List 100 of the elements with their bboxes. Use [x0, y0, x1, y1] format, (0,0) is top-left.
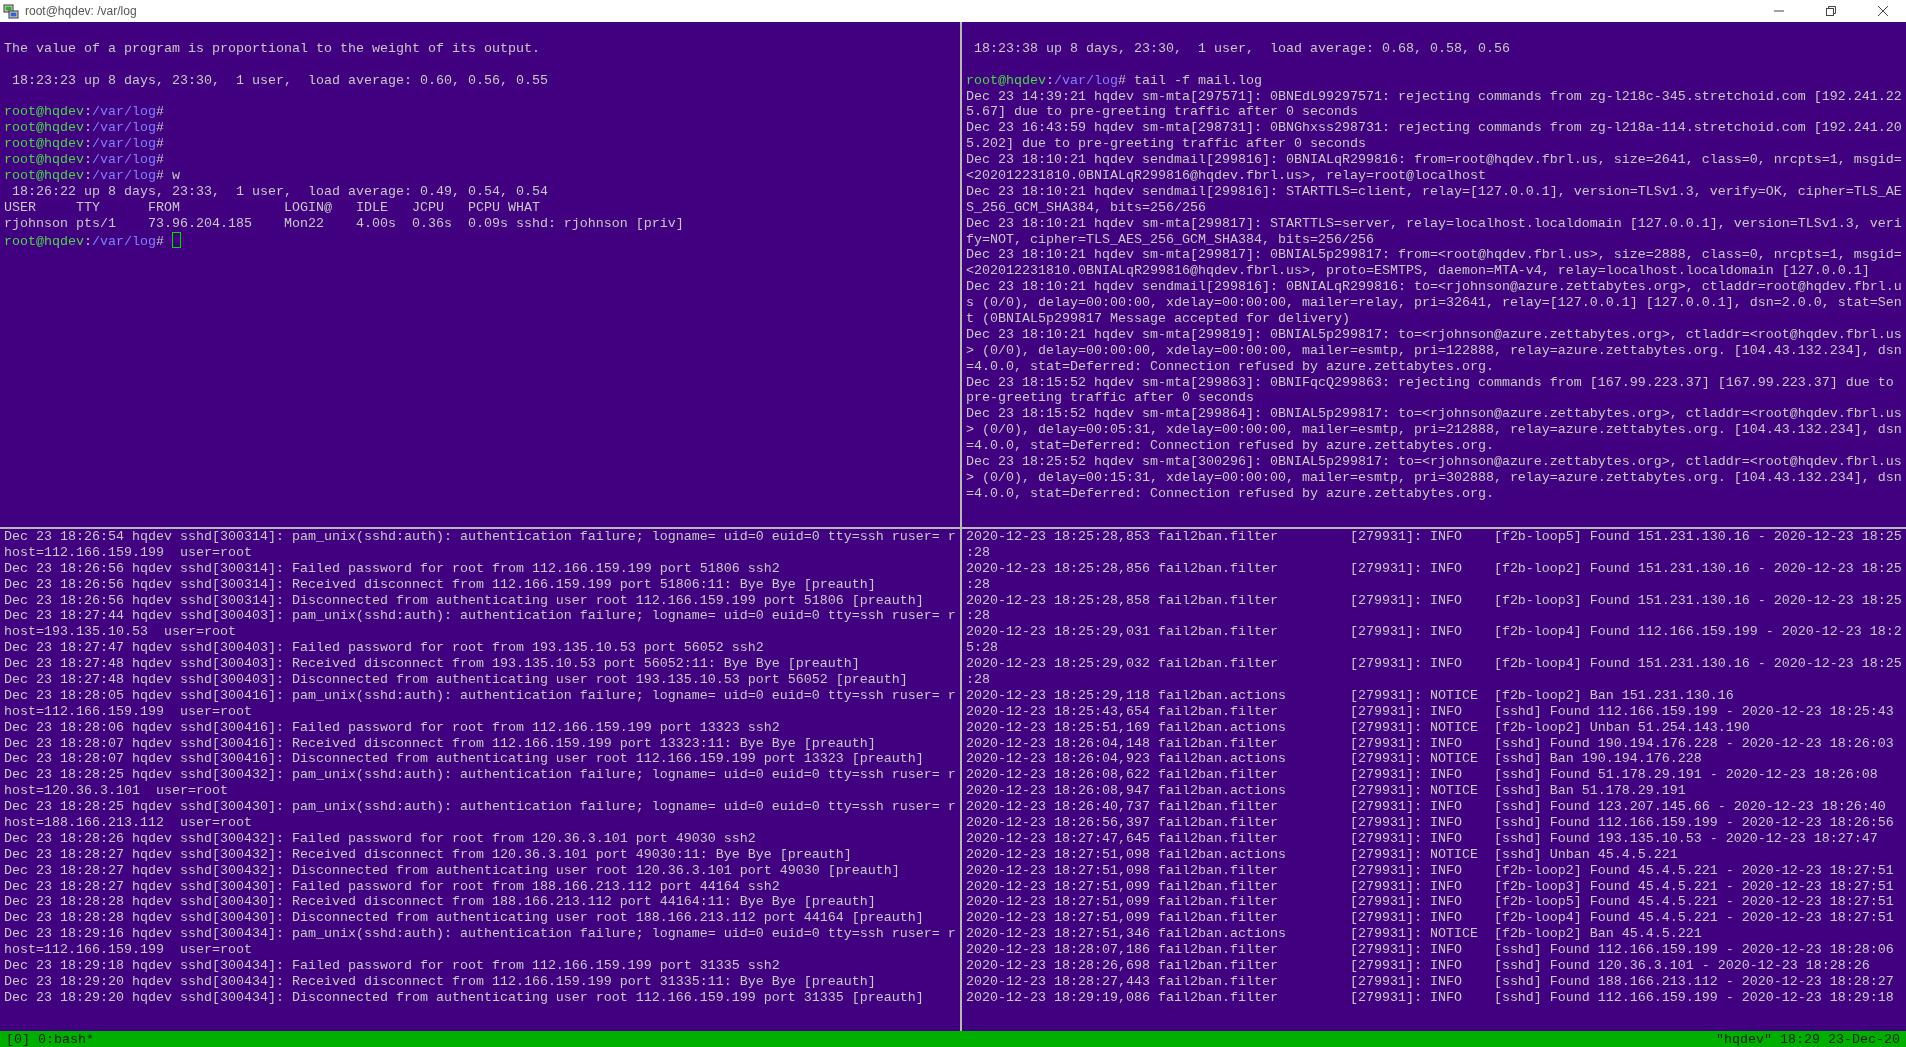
terminal-line: S_256_GCM_SHA384, bits=256/256	[966, 199, 1207, 216]
terminal-line: 2020-12-23 18:25:29,032 fail2ban.filter [279931]: INFO [f2b-loop4] Found 151.231.130.16 - 2020-12-23 18:25	[966, 656, 1903, 672]
prompt-separator: :	[1046, 72, 1054, 88]
prompt-path: /var/log	[92, 233, 156, 249]
terminal-line: 2020-12-23 18:29:19,086 fail2ban.filter [279931]: INFO [sshd] Found 112.166.159.199 - 2020-12-23 18:29:18	[966, 989, 1895, 1006]
terminal-line: 2020-12-23 18:27:51,098 fail2ban.filter [279931]: INFO [f2b-loop2] Found 45.4.5.221 - 2020-12-23 18:27:51	[966, 862, 1895, 879]
terminal-line: =4.0.0, stat=Deferred: Connection refused by azure.zettabytes.org.	[966, 485, 1495, 502]
computer-icon	[3, 3, 19, 19]
prompt-separator: :	[84, 233, 92, 249]
terminal-line: Dec 23 18:26:56 hqdev sshd[300314]: Received disconnect from 112.166.159.199 port 51806:11: Bye Bye [preauth]	[4, 576, 877, 593]
terminal-line: Dec 23 18:28:28 hqdev sshd[300430]: Received disconnect from 188.166.213.112 port 44164:11: Bye Bye [preauth]	[4, 894, 877, 911]
terminal-line: fy=NOT, cipher=TLS_AES_256_GCM_SHA384, bits=256/256	[966, 231, 1375, 248]
terminal-line: Dec 23 18:15:52 hqdev sm-mta[299864]: 0BNIAL5p299817: to=<rjohnson@azure.zettabytes.org>, ctladdr=<root@hqdev.fbrl.us	[966, 406, 1903, 423]
terminal-line: rjohnson pts/1 73.96.204.185 Mon22 4.00s 0.36s 0.09s sshd: rjohnson [priv]	[4, 215, 685, 232]
terminal-line: Dec 23 18:28:07 hqdev sshd[300416]: Disconnected from authenticating user root 112.166.159.199 port 13323 [preauth]	[4, 751, 925, 768]
terminal-line: 2020-12-23 18:25:43,654 fail2ban.filter [279931]: INFO [sshd] Found 112.166.159.199 - 2020-12-23 18:25:43	[966, 703, 1895, 720]
terminal-line: host=112.166.159.199 user=root	[4, 942, 253, 959]
prompt-user: root@hqdev	[4, 136, 84, 152]
prompt-symbol: #	[156, 168, 164, 183]
terminal-line: Dec 23 18:26:54 hqdev sshd[300314]: pam_unix(sshd:auth): authentication failure; logname= uid=0 euid=0 tty=ssh ruser= r	[4, 529, 957, 545]
terminal-line: :28	[966, 608, 991, 625]
terminal-line: Dec 23 18:10:21 hqdev sm-mta[299817]: STARTTLS=server, relay=localhost.localdomain [127.0.0.1], version=TLSv1.3, veri	[966, 215, 1903, 232]
prompt-symbol: #	[1118, 72, 1126, 88]
terminal-line: Dec 23 18:10:21 hqdev sendmail[299816]: 0BNIALqR299816: from=root@hqdev.fbrl.us, size=2641, class=0, nrcpts=1, msgid=	[966, 152, 1903, 168]
prompt-separator: :	[84, 168, 92, 183]
terminal-line: Dec 23 18:28:27 hqdev sshd[300432]: Received disconnect from 120.36.3.101 port 49030:11: Bye Bye [preauth]	[4, 846, 853, 863]
terminal-line: 2020-12-23 18:28:26,698 fail2ban.filter [279931]: INFO [sshd] Found 120.36.3.101 - 2020-12-23 18:28:26	[966, 958, 1871, 974]
terminal-line: host=112.166.159.199 user=root	[4, 703, 253, 720]
window-list: [0] 0:bash*	[6, 1031, 94, 1047]
terminal-line: > (0/0), delay=00:05:31, xdelay=00:00:00, mailer=esmtp, pri=212888, relay=azure.zettabytes.org. [104.43.132.234], dsn	[966, 422, 1903, 439]
prompt-separator: :	[84, 152, 92, 168]
terminal-line: Dec 23 18:28:27 hqdev sshd[300430]: Failed password for root from 188.166.213.112 port 44164 ssh2	[4, 878, 781, 895]
terminal-line: 2020-12-23 18:26:04,148 fail2ban.filter [279931]: INFO [sshd] Found 190.194.176.228 - 2020-12-23 18:26:03	[966, 735, 1895, 752]
terminal-line: 2020-12-23 18:26:08,947 fail2ban.actions [279931]: NOTICE [sshd] Ban 51.178.29.191	[966, 783, 1687, 800]
command-text: tail -f mail.log	[1134, 72, 1262, 88]
terminal-line: 2020-12-23 18:25:28,853 fail2ban.filter [279931]: INFO [f2b-loop5] Found 151.231.130.16 - 2020-12-23 18:25	[966, 529, 1903, 545]
prompt-user: root@hqdev	[4, 168, 84, 183]
terminal-line: :28	[966, 544, 991, 561]
terminal-line: 2020-12-23 18:25:28,856 fail2ban.filter [279931]: INFO [f2b-loop2] Found 151.231.130.16 - 2020-12-23 18:25	[966, 560, 1903, 577]
prompt-symbol: #	[156, 152, 164, 168]
terminal-line: host=120.36.3.101 user=root	[4, 783, 229, 800]
terminal-line: 2020-12-23 18:27:51,346 fail2ban.actions [279931]: NOTICE [f2b-loop2] Ban 45.4.5.221	[966, 926, 1703, 943]
terminal-line: 5:28	[966, 640, 999, 657]
terminal-line: 2020-12-23 18:25:28,858 fail2ban.filter [279931]: INFO [f2b-loop3] Found 151.231.130.16 - 2020-12-23 18:25	[966, 592, 1903, 609]
terminal-line: Dec 23 18:27:48 hqdev sshd[300403]: Received disconnect from 193.135.10.53 port 56052:11: Bye Bye [preauth]	[4, 656, 861, 672]
terminal-line: s (0/0), delay=00:00:00, xdelay=00:00:00, mailer=relay, pri=32641, relay=[127.0.0.1] [127.0.0.1], dsn=2.0.0, stat=Sen	[966, 295, 1903, 312]
terminal-line: =4.0.0, stat=Deferred: Connection refused by azure.zettabytes.org.	[966, 358, 1495, 375]
prompt-path: /var/log	[92, 136, 156, 152]
terminal-line: 5.202] due to pre-greeting traffic after 0 seconds	[966, 136, 1367, 153]
terminal-line: Dec 23 18:29:20 hqdev sshd[300434]: Received disconnect from 112.166.159.199 port 31335:11: Bye Bye [preauth]	[4, 973, 877, 990]
terminal-line: pre-greeting traffic after 0 seconds	[966, 390, 1255, 407]
close-icon	[1878, 6, 1888, 16]
prompt-user: root@hqdev	[4, 120, 84, 136]
terminal-line: Dec 23 18:29:20 hqdev sshd[300434]: Disconnected from authenticating user root 112.166.159.199 port 31335 [preauth]	[4, 989, 925, 1006]
terminal-line: Dec 23 18:29:16 hqdev sshd[300434]: pam_unix(sshd:auth): authentication failure; logname= uid=0 euid=0 tty=ssh ruser= r	[4, 926, 957, 943]
terminal-line: Dec 23 18:25:52 hqdev sm-mta[300296]: 0BNIAL5p299817: to=<rjohnson@azure.zettabytes.org>, ctladdr=<root@hqdev.fbrl.us	[966, 454, 1903, 470]
window-title: root@hqdev: /var/log	[25, 4, 138, 18]
prompt-separator: :	[84, 104, 92, 120]
terminal-line: Dec 23 18:26:56 hqdev sshd[300314]: Disconnected from authenticating user root 112.166.159.199 port 51806 [preauth]	[4, 592, 925, 609]
terminal-line: 2020-12-23 18:26:08,622 fail2ban.filter [279931]: INFO [sshd] Found 51.178.29.191 - 2020-12-23 18:26:08	[966, 767, 1879, 784]
terminal-line: :28	[966, 576, 991, 593]
terminal-line: 2020-12-23 18:27:51,099 fail2ban.filter [279931]: INFO [f2b-loop3] Found 45.4.5.221 - 2020-12-23 18:27:51	[966, 878, 1895, 895]
terminal-line: Dec 23 18:28:06 hqdev sshd[300416]: Failed password for root from 112.166.159.199 port 13323 ssh2	[4, 719, 781, 736]
terminal-line: Dec 23 18:28:25 hqdev sshd[300432]: pam_unix(sshd:auth): authentication failure; logname= uid=0 euid=0 tty=ssh ruser= r	[4, 767, 957, 784]
terminal-line: 5.67] due to pre-greeting traffic after 0 seconds	[966, 104, 1359, 121]
terminal-line: The value of a program is proportional to the weight of its output.	[4, 40, 541, 57]
terminal-line: host=193.135.10.53 user=root	[4, 624, 237, 641]
terminal-line: Dec 23 18:28:07 hqdev sshd[300416]: Received disconnect from 112.166.159.199 port 13323:11: Bye Bye [preauth]	[4, 735, 877, 752]
prompt-separator: :	[84, 136, 92, 152]
terminal-line: host=188.166.213.112 user=root	[4, 815, 253, 831]
command-text: w	[172, 168, 180, 183]
prompt-symbol: #	[156, 104, 164, 120]
terminal-line: USER TTY FROM LOGIN@ IDLE JCPU PCPU WHAT	[4, 199, 541, 216]
terminal-line: 18:23:38 up 8 days, 23:30, 1 user, load average: 0.68, 0.58, 0.56	[973, 40, 1511, 57]
terminal-line: > (0/0), delay=00:00:00, xdelay=00:00:00, mailer=esmtp, pri=122888, relay=azure.zettabytes.org. [104.43.132.234], dsn	[966, 342, 1903, 359]
terminal-line: 2020-12-23 18:27:47,645 fail2ban.filter [279931]: INFO [sshd] Found 193.135.10.53 - 2020-12-23 18:27:47	[966, 830, 1879, 847]
terminal-line: 2020-12-23 18:27:51,099 fail2ban.filter [279931]: INFO [f2b-loop5] Found 45.4.5.221 - 2020-12-23 18:27:51	[966, 894, 1895, 911]
terminal-line: 18:23:23 up 8 days, 23:30, 1 user, load average: 0.60, 0.56, 0.55	[11, 72, 549, 89]
terminal-line: Dec 23 18:15:52 hqdev sm-mta[299863]: 0BNIFqcQ299863: rejecting commands from [167.99.223.37] [167.99.223.37] due to	[966, 374, 1895, 391]
terminal-line: Dec 23 14:39:21 hqdev sm-mta[297571]: 0BNEdL99297571: rejecting commands from zg-l218c-345.stretchoid.com [192.241.22	[966, 88, 1903, 105]
terminal-line: 2020-12-23 18:28:07,186 fail2ban.filter [279931]: INFO [sshd] Found 112.166.159.199 - 2020-12-23 18:28:06	[966, 942, 1895, 959]
terminal-line: t (0BNIAL5p299817 Message accepted for delivery)	[966, 311, 1351, 327]
prompt-path: /var/log	[92, 152, 156, 168]
prompt-path: /var/log	[1054, 72, 1118, 88]
terminal-line: Dec 23 18:28:27 hqdev sshd[300432]: Disconnected from authenticating user root 120.36.3.101 port 49030 [preauth]	[4, 862, 901, 879]
terminal-line: :28	[966, 672, 991, 688]
terminal-line: Dec 23 16:43:59 hqdev sm-mta[298731]: 0BNGhxss298731: rejecting commands from zg-l218a-114.stretchoid.com [192.241.20	[966, 120, 1903, 137]
terminal-line: Dec 23 18:10:21 hqdev sm-mta[299817]: 0BNIAL5p299817: from=<root@hqdev.fbrl.us>, size=2888, class=0, nrcpts=1, msgid=	[966, 247, 1903, 264]
prompt-path: /var/log	[92, 104, 156, 120]
terminal-line: Dec 23 18:28:25 hqdev sshd[300430]: pam_unix(sshd:auth): authentication failure; logname= uid=0 euid=0 tty=ssh ruser= r	[4, 799, 957, 816]
terminal-line: =4.0.0, stat=Deferred: Connection refused by azure.zettabytes.org.	[966, 438, 1495, 455]
prompt-symbol: #	[156, 120, 164, 136]
terminal-line: Dec 23 18:10:21 hqdev sendmail[299816]: 0BNIALqR299816: to=<rjohnson@azure.zettabytes.org>, ctladdr=root@hqdev.fbrl.u	[966, 279, 1903, 296]
terminal-line: Dec 23 18:27:48 hqdev sshd[300403]: Disconnected from authenticating user root 193.135.10.53 port 56052 [preauth]	[4, 672, 909, 688]
prompt-path: /var/log	[92, 120, 156, 136]
terminal-line: 18:26:22 up 8 days, 23:33, 1 user, load average: 0.49, 0.54, 0.54	[11, 183, 549, 200]
terminal-line: Dec 23 18:27:44 hqdev sshd[300403]: pam_unix(sshd:auth): authentication failure; logname= uid=0 euid=0 tty=ssh ruser= r	[4, 608, 957, 625]
terminal-line: Dec 23 18:10:21 hqdev sendmail[299816]: STARTTLS=client, relay=[127.0.0.1], version=TLSv1.3, verify=OK, cipher=TLS_AE	[966, 183, 1903, 200]
terminal-line: 2020-12-23 18:25:51,169 fail2ban.actions [279931]: NOTICE [f2b-loop2] Unban 51.254.143.190	[966, 719, 1751, 736]
terminal-line: 2020-12-23 18:26:04,923 fail2ban.actions [279931]: NOTICE [sshd] Ban 190.194.176.228	[966, 751, 1703, 768]
